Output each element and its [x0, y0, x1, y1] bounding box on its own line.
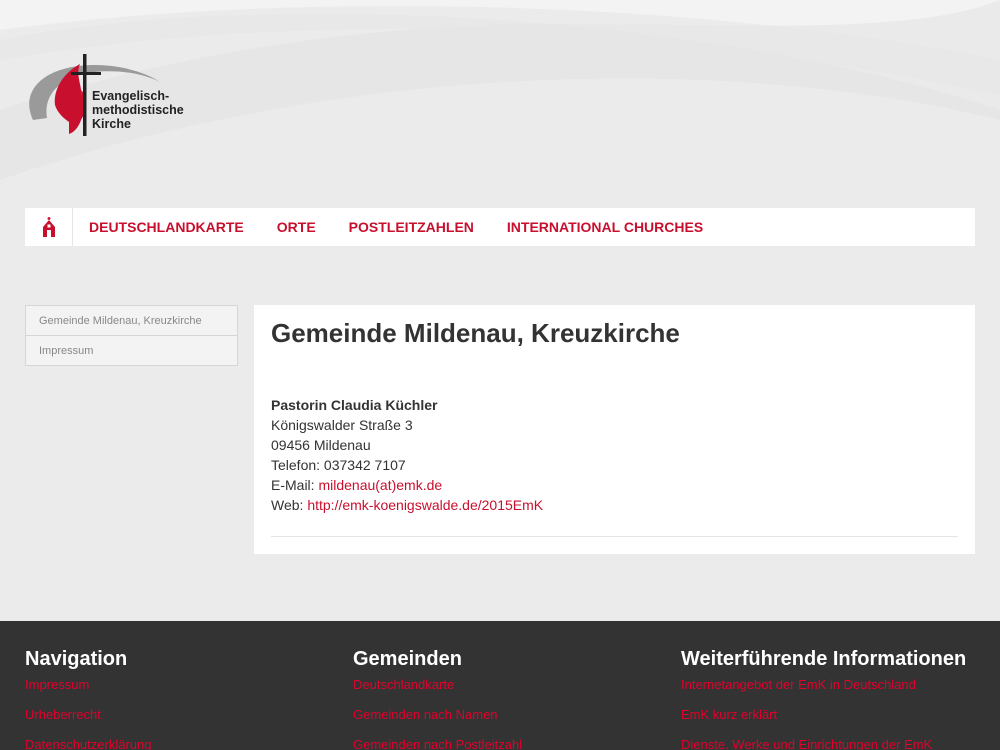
footer-column-navigation: Navigation Impressum Urheberrecht Datens…: [25, 647, 151, 750]
email-label: E-Mail:: [271, 477, 315, 493]
footer-heading: Gemeinden: [353, 648, 462, 670]
email-link[interactable]: mildenau(at)emk.de: [318, 477, 442, 493]
footer-link-gemeinden-plz[interactable]: Gemeinden nach Postleitzahl: [353, 737, 522, 750]
nav-item-postleitzahlen[interactable]: Postleitzahlen: [332, 208, 490, 246]
contact-web-row: Web: http://emk-koenigswalde.de/2015EmK: [271, 495, 958, 515]
contact-phone: Telefon: 037342 7107: [271, 457, 406, 473]
contact-street: Königswalder Straße 3: [271, 417, 413, 433]
page-title: Gemeinde Mildenau, Kreuzkirche: [271, 318, 680, 348]
sidebar: Gemeinde Mildenau, Kreuzkirche Impressum: [25, 305, 238, 366]
nav-item-deutschlandkarte[interactable]: Deutschlandkarte: [73, 208, 260, 246]
footer-link-internetangebot[interactable]: Internetangebot der EmK in Deutschland: [681, 677, 966, 692]
footer-link-urheberrecht[interactable]: Urheberrecht: [25, 707, 151, 722]
nav-item-orte[interactable]: Orte: [260, 208, 332, 246]
content-divider: [271, 536, 958, 537]
footer-link-gemeinden-namen[interactable]: Gemeinden nach Namen: [353, 707, 522, 722]
web-link[interactable]: http://emk-koenigswalde.de/2015EmK: [307, 497, 543, 513]
logo-text: Evangelisch- methodistische Kirche: [92, 89, 184, 131]
footer-column-gemeinden: Gemeinden Deutschlandkarte Gemeinden nac…: [353, 647, 522, 750]
contact-email-row: E-Mail: mildenau(at)emk.de: [271, 475, 958, 495]
footer-link-deutschlandkarte[interactable]: Deutschlandkarte: [353, 677, 522, 692]
main-content: Gemeinde Mildenau, Kreuzkirche Pastorin …: [254, 305, 975, 554]
web-label: Web:: [271, 497, 304, 513]
logo-line-3: Kirche: [92, 117, 131, 131]
nav-item-international-churches[interactable]: International Churches: [490, 208, 719, 246]
header-background: [0, 0, 1000, 300]
church-icon: [42, 217, 55, 237]
footer: Navigation Impressum Urheberrecht Datens…: [0, 621, 1000, 750]
nav-home-button[interactable]: [25, 208, 73, 246]
footer-link-emk-kurz[interactable]: EmK kurz erklärt: [681, 707, 966, 722]
footer-heading: Navigation: [25, 648, 128, 670]
footer-column-informationen: Weiterführende Informationen Internetang…: [681, 647, 966, 750]
main-navigation: Deutschlandkarte Orte Postleitzahlen Int…: [25, 208, 975, 246]
sidebar-item-gemeinde[interactable]: Gemeinde Mildenau, Kreuzkirche: [25, 305, 238, 336]
footer-link-datenschutz[interactable]: Datenschutzerklärung: [25, 737, 151, 750]
logo-line-1: Evangelisch-: [92, 89, 170, 103]
logo-line-2: methodistische: [92, 103, 184, 117]
footer-link-impressum[interactable]: Impressum: [25, 677, 151, 692]
sidebar-item-impressum[interactable]: Impressum: [25, 336, 238, 366]
contact-city: 09456 Mildenau: [271, 437, 371, 453]
contact-name: Pastorin Claudia Küchler: [271, 397, 438, 413]
footer-heading: Weiterführende Informationen: [681, 648, 967, 670]
footer-link-dienste[interactable]: Dienste, Werke und Einrichtungen der EmK: [681, 737, 966, 750]
